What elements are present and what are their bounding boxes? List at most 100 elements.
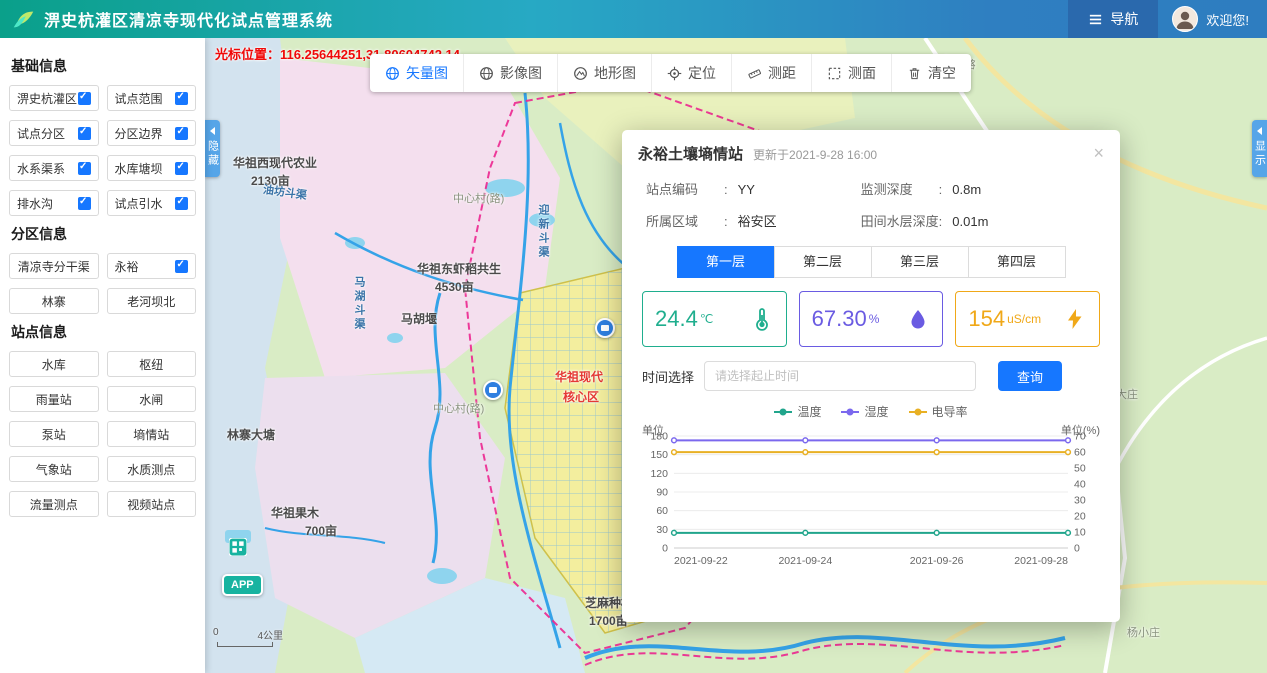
- legend-expand-tab[interactable]: 显示: [1252, 120, 1267, 177]
- sidebar-section: 站点信息水库枢纽雨量站 水闸泵站 墒情站气象站 水质测点流量测点 视频站点: [9, 322, 196, 517]
- info-colon: :: [724, 182, 728, 197]
- query-button[interactable]: 查询: [998, 361, 1062, 391]
- tab-layer-2[interactable]: 第二层: [774, 246, 872, 278]
- sidebar-item[interactable]: 视频站点: [107, 491, 197, 517]
- sidebar-item[interactable]: 试点分区: [9, 120, 99, 146]
- legend-marker-icon: [841, 411, 859, 413]
- sidebar-item[interactable]: 永裕: [107, 253, 197, 279]
- sidebar-item[interactable]: 雨量站: [9, 386, 99, 412]
- video-station-marker[interactable]: [229, 538, 247, 561]
- svg-text:2021-09-26: 2021-09-26: [910, 555, 964, 567]
- sidebar-item[interactable]: 水库塘坝: [107, 155, 197, 181]
- time-range-input[interactable]: [704, 361, 976, 391]
- sidebar-item[interactable]: 林寨: [9, 288, 99, 314]
- sidebar-item[interactable]: 流量测点: [9, 491, 99, 517]
- map-label: 700亩: [305, 522, 337, 539]
- dialog-header: 永裕土壤墒情站 更新于2021-9-28 16:00 ×: [622, 130, 1120, 173]
- sidebar-item-label: 水质测点: [127, 461, 175, 478]
- svg-text:30: 30: [1074, 495, 1086, 507]
- toolbar-button-label: 清空: [928, 63, 956, 83]
- metric-unit: ℃: [700, 312, 713, 326]
- checkbox-checked-icon[interactable]: [78, 127, 91, 140]
- legend-item[interactable]: 温度: [774, 403, 821, 420]
- checkbox-checked-icon[interactable]: [175, 260, 188, 273]
- info-field: 所属区域:裕安区: [646, 211, 851, 230]
- nav-label: 导航: [1110, 9, 1138, 29]
- toolbar-trash-button[interactable]: 清空: [892, 54, 971, 92]
- map-label: 中心村(路): [453, 190, 504, 206]
- legend-label: 电导率: [932, 403, 968, 420]
- user-area[interactable]: 欢迎您!: [1158, 0, 1267, 38]
- checkbox-checked-icon[interactable]: [175, 162, 188, 175]
- legend-item[interactable]: 电导率: [909, 403, 968, 420]
- metric-cards: 24.4℃67.30%154uS/cm: [622, 291, 1120, 347]
- sidebar-item[interactable]: 水质测点: [107, 456, 197, 482]
- checkbox-checked-icon[interactable]: [78, 162, 91, 175]
- sidebar-item[interactable]: 分区边界: [107, 120, 197, 146]
- sidebar-item[interactable]: 水系渠系: [9, 155, 99, 181]
- sidebar-item[interactable]: 墒情站: [107, 421, 197, 447]
- checkbox-checked-icon[interactable]: [175, 92, 188, 105]
- nav-button[interactable]: 导航: [1068, 0, 1158, 38]
- legend-item[interactable]: 湿度: [841, 403, 888, 420]
- sidebar-collapse-tab[interactable]: 隐藏: [205, 120, 220, 177]
- tab-layer-1[interactable]: 第一层: [677, 246, 775, 278]
- sidebar-item-label: 水库塘坝: [115, 160, 163, 177]
- sidebar-item[interactable]: 枢纽: [107, 351, 197, 377]
- sidebar-item[interactable]: 排水沟: [9, 190, 99, 216]
- sidebar-section: 基础信息淠史杭灌区试点范围试点分区分区边界水系渠系水库塘坝排水沟试点引水: [9, 56, 196, 216]
- map-label: 马湖斗渠: [351, 276, 367, 332]
- sidebar-item-label: 老河坝北: [127, 293, 175, 310]
- sidebar-item[interactable]: 老河坝北: [107, 288, 197, 314]
- app-station-badge[interactable]: APP: [222, 574, 263, 596]
- toolbar-globe-button[interactable]: 矢量图: [370, 54, 464, 92]
- sidebar-item-label: 排水沟: [17, 195, 53, 212]
- sidebar-item-label: 水闸: [139, 391, 163, 408]
- welcome-text: 欢迎您!: [1206, 10, 1249, 29]
- toolbar-locate-button[interactable]: 定位: [652, 54, 732, 92]
- sidebar-item[interactable]: 泵站: [9, 421, 99, 447]
- tab-layer-4[interactable]: 第四层: [968, 246, 1066, 278]
- checkbox-checked-icon[interactable]: [78, 92, 91, 105]
- sidebar-item-label: 试点引水: [115, 195, 163, 212]
- metric-unit: %: [869, 312, 880, 326]
- station-marker[interactable]: [595, 318, 615, 338]
- toolbar-globe-button[interactable]: 影像图: [464, 54, 558, 92]
- sidebar-item[interactable]: 试点引水: [107, 190, 197, 216]
- thermometer-icon: [750, 307, 774, 331]
- close-icon[interactable]: ×: [1093, 144, 1104, 162]
- toolbar-area-button[interactable]: 测面: [812, 54, 892, 92]
- sidebar-item[interactable]: 淠史杭灌区: [9, 85, 99, 111]
- svg-text:30: 30: [656, 524, 668, 536]
- toolbar-button-label: 定位: [688, 63, 716, 83]
- tab-layer-3[interactable]: 第三层: [871, 246, 969, 278]
- info-field: 站点编码:YY: [646, 179, 851, 198]
- checkbox-checked-icon[interactable]: [175, 197, 188, 210]
- sidebar-item-label: 墒情站: [133, 426, 169, 443]
- sidebar-item[interactable]: 水库: [9, 351, 99, 377]
- sidebar-section: 分区信息清凉寺分干渠永裕林寨 老河坝北: [9, 224, 196, 314]
- scale-bar-line: [217, 642, 273, 647]
- sidebar-item[interactable]: 清凉寺分干渠: [9, 253, 99, 279]
- sidebar-item[interactable]: 试点范围: [107, 85, 197, 111]
- sidebar-section-title: 站点信息: [11, 322, 194, 342]
- info-field-value: YY: [738, 182, 755, 197]
- sidebar-item-label: 视频站点: [127, 496, 175, 513]
- svg-text:10: 10: [1074, 527, 1086, 539]
- toolbar-ruler-button[interactable]: 测距: [732, 54, 812, 92]
- svg-text:60: 60: [1074, 447, 1086, 459]
- sidebar-item[interactable]: 气象站: [9, 456, 99, 482]
- page-title: 淠史杭灌区清凉寺现代化试点管理系统: [44, 7, 333, 31]
- sidebar-section-title: 分区信息: [11, 224, 194, 244]
- ruler-icon: [747, 66, 762, 81]
- sidebar-item[interactable]: 水闸: [107, 386, 197, 412]
- checkbox-checked-icon[interactable]: [175, 127, 188, 140]
- scale-start: 0: [213, 627, 219, 642]
- app-header: 淠史杭灌区清凉寺现代化试点管理系统 导航 欢迎您!: [0, 0, 1267, 38]
- checkbox-checked-icon[interactable]: [78, 197, 91, 210]
- toolbar-terrain-button[interactable]: 地形图: [558, 54, 652, 92]
- station-marker[interactable]: [483, 380, 503, 400]
- avatar[interactable]: [1172, 6, 1198, 32]
- legend-label: 温度: [797, 403, 821, 420]
- map-area[interactable]: 光标位置：116.25644251,31.80604742,14 矢量图影像图地…: [205, 38, 1267, 673]
